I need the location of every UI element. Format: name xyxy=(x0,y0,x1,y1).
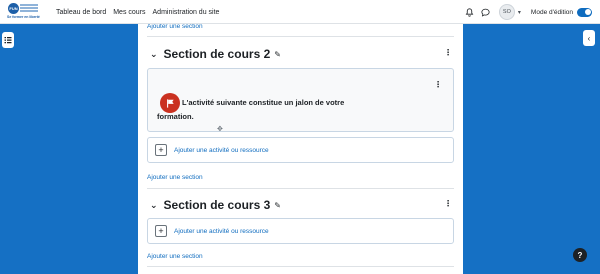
edit-mode-label: Mode d'édition xyxy=(530,8,573,16)
activity-description: L'activité suivante constitue un jalon d… xyxy=(157,98,345,121)
chevron-left-icon: ‹ xyxy=(587,33,591,43)
site-logo[interactable]: FUN Se former en liberté xyxy=(7,2,47,22)
logo-wordmark xyxy=(20,4,46,13)
add-section-link-middle[interactable]: Ajouter une section xyxy=(147,174,203,181)
section-2-title[interactable]: Section de cours 2 xyxy=(164,47,271,61)
section-3-menu-icon[interactable]: ⋮ xyxy=(444,199,452,208)
section-divider xyxy=(147,36,454,37)
nav-link-my-courses[interactable]: Mes cours xyxy=(113,9,145,16)
nav-link-site-admin[interactable]: Administration du site xyxy=(153,9,220,16)
add-section-link-bottom[interactable]: Ajouter une section xyxy=(147,253,203,260)
question-icon: ? xyxy=(577,250,583,260)
user-avatar[interactable]: SO xyxy=(498,4,515,20)
user-menu-chevron-icon[interactable]: ▾ xyxy=(518,9,521,16)
section-2-menu-icon[interactable]: ⋮ xyxy=(444,48,452,57)
add-activity-label: Ajouter une activité ou ressource xyxy=(174,227,269,235)
top-navbar: FUN Se former en liberté Tableau de bord… xyxy=(0,0,600,24)
course-index-icon xyxy=(4,37,12,44)
primary-navigation: Tableau de bord Mes cours Administration… xyxy=(56,0,219,24)
edit-pencil-icon[interactable]: ✎ xyxy=(274,50,281,59)
plus-icon: + xyxy=(155,144,167,156)
bell-icon[interactable] xyxy=(465,7,475,17)
course-index-toggle[interactable] xyxy=(2,32,14,48)
section-divider xyxy=(147,188,454,189)
move-icon[interactable]: ✥ xyxy=(217,125,223,133)
collapse-chevron-icon[interactable]: ⌄ xyxy=(150,49,158,60)
add-activity-label: Ajouter une activité ou ressource xyxy=(174,146,269,154)
block-drawer-toggle[interactable]: ‹ xyxy=(583,30,595,46)
section-divider xyxy=(147,266,454,267)
logo-tagline: Se former en liberté xyxy=(7,15,40,19)
collapse-chevron-icon[interactable]: ⌄ xyxy=(150,200,158,211)
add-section-link-top[interactable]: Ajouter une section xyxy=(147,23,203,30)
section-2-header: ⌄ Section de cours 2 ✎ xyxy=(150,47,281,61)
help-button[interactable]: ? xyxy=(573,248,587,262)
plus-icon: + xyxy=(155,225,167,237)
logo-mark: FUN xyxy=(8,3,19,14)
section-3-title[interactable]: Section de cours 3 xyxy=(164,198,271,212)
section-3-header: ⌄ Section de cours 3 ✎ xyxy=(150,198,281,212)
navbar-user-area: SO ▾ Mode d'édition xyxy=(465,0,592,24)
activity-menu-icon[interactable]: ⋮ xyxy=(434,80,442,89)
course-content: Ajouter une section ⌄ Section de cours 2… xyxy=(138,0,463,274)
nav-link-dashboard[interactable]: Tableau de bord xyxy=(56,9,106,16)
chat-icon[interactable] xyxy=(481,7,491,17)
activity-card: ⋮ L'activité suivante constitue un jalon… xyxy=(147,68,454,133)
edit-pencil-icon[interactable]: ✎ xyxy=(274,201,281,210)
edit-mode-toggle[interactable] xyxy=(577,7,592,17)
add-activity-button-section-2[interactable]: + Ajouter une activité ou ressource xyxy=(147,137,454,163)
add-activity-button-section-3[interactable]: + Ajouter une activité ou ressource xyxy=(147,218,454,244)
